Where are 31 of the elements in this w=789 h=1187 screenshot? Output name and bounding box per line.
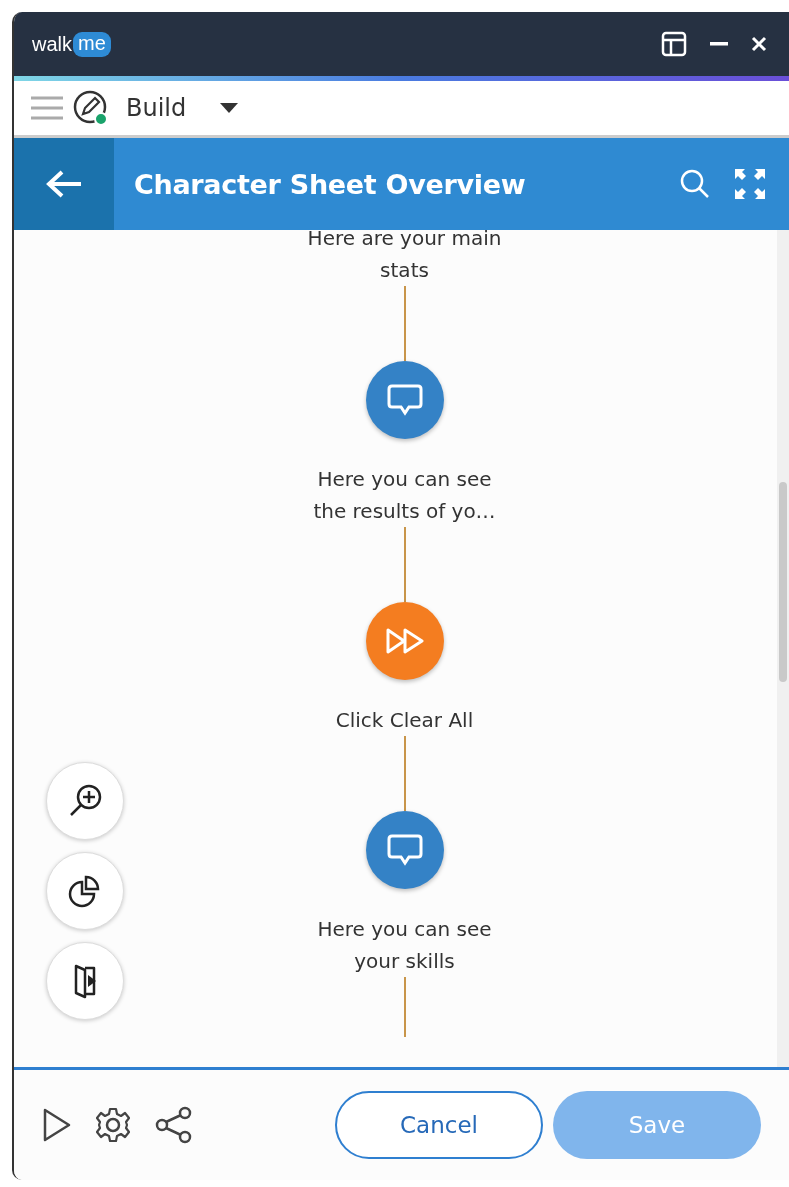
settings-icon[interactable]: [94, 1106, 132, 1144]
speech-bubble-icon: [386, 384, 423, 416]
step-label: Click Clear All: [334, 707, 475, 734]
play-icon[interactable]: [42, 1107, 72, 1143]
fullscreen-icon[interactable]: [733, 167, 767, 201]
caret-icon: [220, 103, 239, 113]
message-step-node[interactable]: [365, 361, 444, 439]
back-button[interactable]: [14, 138, 114, 230]
zoom-in-button[interactable]: [46, 762, 124, 840]
back-arrow-icon: [45, 169, 83, 199]
chart-button[interactable]: [46, 852, 124, 930]
share-icon[interactable]: [154, 1105, 194, 1145]
mode-dropdown[interactable]: Build: [118, 94, 247, 122]
cancel-button[interactable]: Cancel: [335, 1091, 543, 1159]
fast-forward-icon: [384, 628, 425, 654]
page-title: Character Sheet Overview: [134, 168, 527, 200]
search-icon[interactable]: [679, 168, 711, 200]
scrollbar[interactable]: [777, 230, 789, 1067]
speech-bubble-icon: [386, 834, 423, 866]
exit-button[interactable]: [46, 942, 124, 1020]
layout-icon[interactable]: [661, 31, 687, 57]
action-step-node[interactable]: [365, 602, 444, 680]
close-icon[interactable]: [751, 36, 767, 52]
step-label: Here you can see the results of yo…: [312, 466, 497, 525]
connector-line: [403, 977, 406, 1037]
message-step-node[interactable]: [365, 811, 444, 889]
walkme-logo: walk me: [32, 31, 111, 57]
step-label: Here are your main stats: [306, 230, 503, 284]
step-label: Here you can see your skills: [316, 916, 493, 975]
pencil-icon: [72, 89, 110, 127]
minimize-icon[interactable]: [709, 41, 729, 47]
